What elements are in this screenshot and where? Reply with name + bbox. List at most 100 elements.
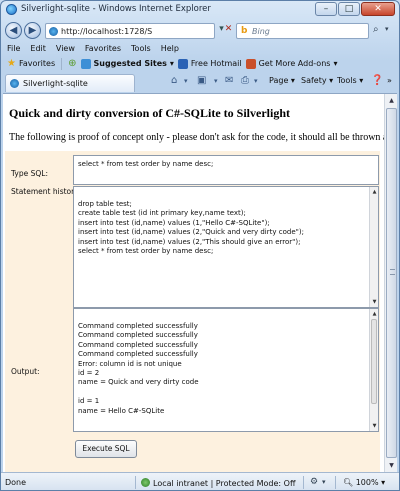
scroll-down-icon[interactable]: ▼: [386, 460, 397, 472]
separator: [61, 57, 63, 70]
tab-silverlight-sqlite[interactable]: Silverlight-sqlite: [5, 74, 135, 92]
scroll-down-icon[interactable]: ▼: [371, 298, 378, 306]
menu-file[interactable]: File: [7, 42, 20, 55]
tab-row: Silverlight-sqlite ⌂ ▾ ▣ ▾ ✉ ⎙ ▾ Page ▾ …: [1, 72, 399, 93]
zoom-control[interactable]: 🔍︎ 100% ▾: [343, 478, 385, 487]
separator: [335, 476, 336, 489]
tab-label: Silverlight-sqlite: [23, 79, 88, 88]
menu-favorites[interactable]: Favorites: [85, 42, 121, 55]
page-menu[interactable]: Page ▾: [269, 76, 295, 85]
page-scrollbar[interactable]: ▲ ▼: [384, 94, 397, 473]
document: Quick and dirty conversion of C#-SQLite …: [3, 94, 384, 473]
chevron-down-icon[interactable]: ▾: [214, 77, 218, 85]
page-heading: Quick and dirty conversion of C#-SQLite …: [9, 106, 291, 120]
page-icon: [10, 79, 19, 88]
menu-bar: File Edit View Favorites Tools Help: [1, 42, 399, 55]
window-controls: – □ ✕: [315, 2, 395, 16]
zoom-level: 100%: [355, 478, 379, 487]
favorites-bar: ★ Favorites ⊕ Suggested Sites ▾ Free Hot…: [1, 55, 399, 72]
scroll-up-icon[interactable]: ▲: [371, 188, 378, 196]
chevron-down-icon[interactable]: ▾: [184, 77, 188, 85]
search-placeholder: Bing: [252, 27, 270, 36]
window-title: Silverlight-sqlite - Windows Internet Ex…: [21, 4, 211, 14]
output-scrollbar[interactable]: ▲ ▼: [369, 309, 378, 431]
home-icon[interactable]: ⌂: [171, 75, 177, 86]
menu-view[interactable]: View: [56, 42, 75, 55]
settings-icon[interactable]: ⚙: [310, 477, 318, 487]
page-viewport: Quick and dirty conversion of C#-SQLite …: [3, 93, 397, 473]
status-text: Done: [5, 478, 27, 487]
scroll-thumb[interactable]: [371, 319, 377, 405]
menu-tools[interactable]: Tools: [131, 42, 151, 55]
scroll-grip: [390, 269, 395, 275]
statement-history[interactable]: drop table test; create table test (id i…: [73, 186, 379, 308]
status-bar: Done Local intranet | Protected Mode: Of…: [1, 472, 399, 490]
search-icon[interactable]: ⌕: [373, 24, 379, 35]
chevron-down-icon[interactable]: ▾: [322, 478, 326, 486]
hotmail-icon: [177, 58, 188, 69]
chevron-down-icon: ▾: [169, 59, 174, 68]
address-bar[interactable]: http://localhost:1728/S: [45, 23, 215, 39]
zone-text: Local intranet | Protected Mode: Off: [153, 479, 296, 488]
search-box[interactable]: b Bing: [236, 23, 369, 39]
help-icon[interactable]: ❓: [371, 75, 383, 86]
chevron-down-icon[interactable]: ▾: [254, 77, 258, 85]
favorites-label: Favorites: [18, 59, 56, 68]
hotmail-link[interactable]: Free Hotmail: [177, 58, 242, 69]
suggested-sites-label: Suggested Sites: [93, 59, 167, 68]
tools-menu[interactable]: Tools ▾: [337, 76, 363, 85]
scroll-down-icon[interactable]: ▼: [371, 422, 378, 430]
security-zone[interactable]: Local intranet | Protected Mode: Off: [141, 478, 295, 488]
zoom-icon: 🔍︎: [343, 478, 354, 487]
output-label: Output:: [11, 367, 40, 376]
history-text: drop table test; create table test (id i…: [78, 200, 304, 256]
feeds-icon[interactable]: ▣: [197, 75, 206, 86]
mail-icon[interactable]: ✉: [225, 75, 233, 86]
chevron-down-icon: ▾: [333, 59, 338, 68]
scroll-thumb[interactable]: [386, 108, 397, 458]
ie-app-icon[interactable]: [6, 4, 17, 15]
sql-input-value: select * from test order by name desc;: [78, 160, 214, 168]
add-favorite-button[interactable]: ⊕: [68, 58, 76, 69]
scroll-up-icon[interactable]: ▲: [371, 310, 378, 318]
addons-icon: [245, 58, 256, 69]
browser-window: Silverlight-sqlite - Windows Internet Ex…: [0, 0, 400, 491]
history-label: Statement history: [11, 187, 79, 196]
execute-sql-button[interactable]: Execute SQL: [75, 440, 137, 458]
output-text: Command completed successfully Command c…: [78, 322, 199, 415]
page-menu-label: Page: [269, 76, 289, 85]
safety-menu-label: Safety: [301, 76, 327, 85]
suggested-sites-link[interactable]: Suggested Sites ▾: [80, 58, 174, 69]
back-button[interactable]: ◀: [5, 22, 22, 39]
star-icon: ★: [7, 58, 16, 69]
menu-edit[interactable]: Edit: [30, 42, 46, 55]
maximize-button[interactable]: □: [338, 2, 360, 16]
output-box[interactable]: Command completed successfully Command c…: [73, 308, 379, 432]
addons-label: Get More Add-ons: [258, 59, 331, 68]
title-bar: Silverlight-sqlite - Windows Internet Ex…: [1, 1, 399, 19]
bing-icon: b: [241, 26, 248, 36]
scroll-up-icon[interactable]: ▲: [386, 95, 397, 107]
search-dropdown-icon[interactable]: ▾: [385, 25, 389, 33]
forward-button[interactable]: ▶: [24, 22, 41, 39]
hotmail-label: Free Hotmail: [190, 59, 242, 68]
url-text[interactable]: http://localhost:1728/S: [61, 27, 152, 36]
addons-link[interactable]: Get More Add-ons ▾: [245, 58, 338, 69]
favorites-button[interactable]: ★ Favorites: [7, 58, 55, 69]
minimize-button[interactable]: –: [315, 2, 337, 16]
overflow-icon[interactable]: »: [387, 76, 392, 85]
menu-help[interactable]: Help: [161, 42, 179, 55]
tools-menu-label: Tools: [337, 76, 357, 85]
sql-input[interactable]: select * from test order by name desc;: [73, 155, 379, 185]
suggested-sites-icon: [80, 58, 91, 69]
close-button[interactable]: ✕: [361, 2, 395, 16]
stop-icon[interactable]: ✕: [222, 24, 235, 38]
separator: [135, 476, 136, 489]
print-icon[interactable]: ⎙: [241, 75, 249, 86]
separator: [303, 476, 304, 489]
safety-menu[interactable]: Safety ▾: [301, 76, 333, 85]
type-sql-label: Type SQL:: [11, 169, 48, 178]
intranet-icon: [141, 478, 150, 487]
history-scrollbar[interactable]: ▲ ▼: [369, 187, 378, 307]
intro-text: The following is proof of concept only -…: [9, 132, 384, 143]
